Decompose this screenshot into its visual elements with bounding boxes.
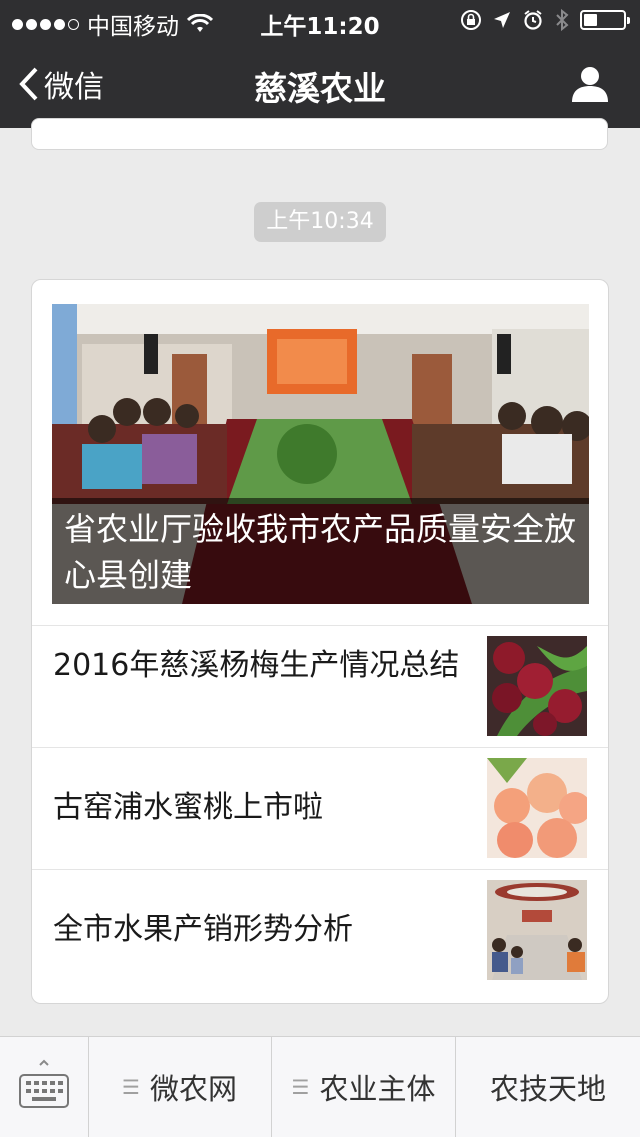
peach-thumbnail xyxy=(487,758,587,858)
alarm-icon xyxy=(524,10,542,30)
list-item[interactable]: 2016年慈溪杨梅生产情况总结 xyxy=(32,625,608,747)
menu-lines-icon: ☰ xyxy=(122,1075,140,1099)
menu-button-weinongwang[interactable]: ☰ 微农网 xyxy=(88,1037,272,1137)
list-item-title: 全市水果产销形势分析 xyxy=(53,912,353,947)
meeting-thumbnail xyxy=(487,880,587,980)
person-icon xyxy=(572,67,608,102)
menu-label: 农技天地 xyxy=(489,1072,606,1106)
menu-lines-icon: ☰ xyxy=(291,1075,310,1099)
battery-icon xyxy=(580,10,630,30)
navigation-bar: 微信 慈溪农业 xyxy=(0,40,640,128)
location-icon xyxy=(494,12,510,28)
list-item[interactable]: 全市水果产销形势分析 xyxy=(32,869,608,991)
article-card: 省农业厅验收我市农产品质量安全放心县创建 2016年慈溪杨梅生产情况总结 古窑浦… xyxy=(31,279,609,1004)
list-item-title: 古窑浦水蜜桃上市啦 xyxy=(53,790,323,825)
hero-title: 省农业厅验收我市农产品质量安全放心县创建 xyxy=(52,498,589,604)
menu-label: 农业主体 xyxy=(319,1072,436,1106)
list-item-title: 2016年慈溪杨梅生产情况总结 xyxy=(53,648,460,683)
page-title: 慈溪农业 xyxy=(254,69,386,108)
keyboard-toggle-button[interactable] xyxy=(0,1037,89,1137)
bluetooth-icon xyxy=(556,8,569,32)
status-bar: 中国移动 上午11:20 xyxy=(0,0,640,40)
message-timestamp: 上午10:34 xyxy=(254,202,386,242)
keyboard-icon xyxy=(19,1059,69,1108)
menu-button-nongye-zhuti[interactable]: ☰ 农业主体 xyxy=(272,1037,456,1137)
hero-article[interactable]: 省农业厅验收我市农产品质量安全放心县创建 xyxy=(52,304,589,604)
rotation-lock-icon xyxy=(461,10,481,30)
previous-message-card[interactable] xyxy=(31,118,608,150)
list-item[interactable]: 古窑浦水蜜桃上市啦 xyxy=(32,747,608,869)
bayberry-thumbnail xyxy=(487,636,587,736)
menu-button-nongji-tiandi[interactable]: 农技天地 xyxy=(456,1037,640,1137)
bottom-menu-bar: ☰ 微农网 ☰ 农业主体 农技天地 xyxy=(0,1036,640,1137)
menu-label: 微农网 xyxy=(149,1072,237,1106)
profile-button[interactable] xyxy=(570,64,610,108)
